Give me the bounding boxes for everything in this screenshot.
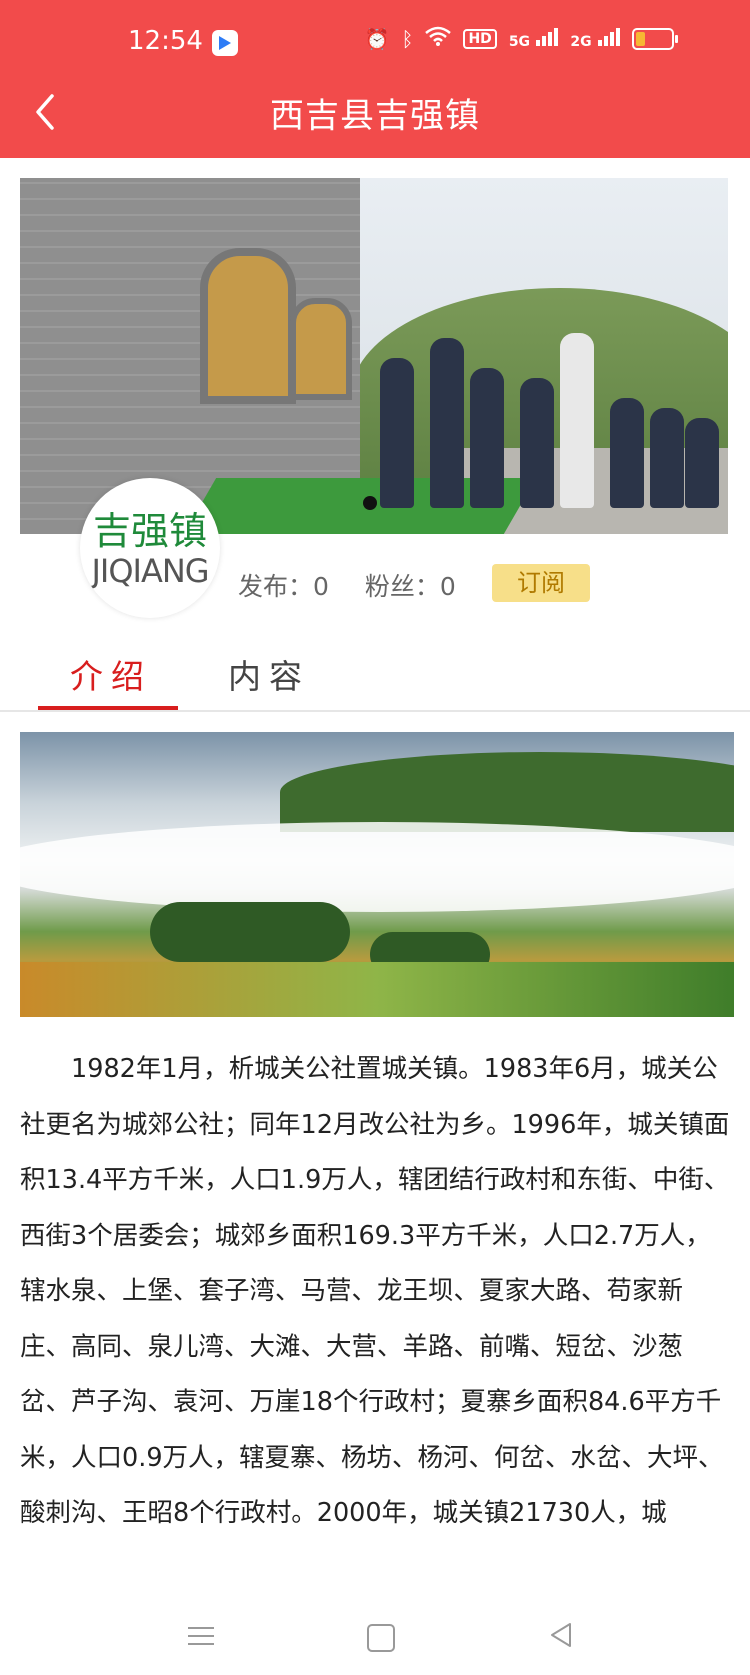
banner-arch: [200, 248, 296, 404]
status-time: 12:54: [128, 26, 203, 56]
app-header: 12:54 ⏰ ᛒ HD 5G 2G 西吉县吉强镇: [0, 0, 750, 158]
battery-level: [636, 31, 645, 46]
article-paragraph: 1982年1月，析城关公社置城关镇。1983年6月，城关公社更名为城郊公社；同年…: [20, 1054, 730, 1528]
status-bar: 12:54 ⏰ ᛒ HD 5G 2G: [0, 0, 750, 90]
tab-active-indicator: [38, 706, 178, 710]
town-logo: 吉强镇 JIQIANG: [80, 478, 220, 618]
posts-count: 发布：0: [238, 572, 329, 601]
tab-content[interactable]: 内容: [228, 650, 310, 698]
signal-2g-icon: 2G: [570, 26, 620, 51]
banner-arch-small: [290, 298, 352, 400]
status-icons: ⏰ ᛒ HD 5G 2G: [364, 26, 678, 51]
tab-bar: 介绍 内容: [0, 640, 750, 712]
bluetooth-icon: ᛒ: [401, 26, 414, 51]
landscape-trees: [150, 902, 350, 962]
article-body: 1982年1月，析城关公社置城关镇。1983年6月，城关公社更名为城郊公社；同年…: [20, 1042, 730, 1542]
signal-5g-icon: 5G: [509, 26, 559, 51]
alarm-icon: ⏰: [364, 26, 390, 51]
landscape-image: [20, 732, 734, 1017]
logo-text-cn: 吉强镇: [92, 509, 207, 553]
hd-icon: HD: [463, 28, 497, 49]
subscribe-button[interactable]: 订阅: [492, 564, 590, 602]
profile-stats: 发布：0 粉丝：0: [238, 567, 484, 603]
carousel-indicator-dot[interactable]: [363, 496, 377, 510]
system-nav-bar: [0, 1600, 750, 1675]
youku-app-icon: [212, 30, 238, 56]
battery-icon: [632, 27, 678, 50]
wifi-icon: [425, 26, 452, 51]
landscape-field: [20, 962, 734, 1017]
menu-icon[interactable]: [188, 1622, 218, 1652]
home-icon[interactable]: [367, 1624, 395, 1652]
landscape-mist: [20, 822, 734, 912]
network2-label: 2G: [570, 34, 592, 50]
logo-text-en: JIQIANG: [91, 552, 209, 590]
page-title: 西吉县吉强镇: [270, 96, 480, 136]
back-triangle-icon[interactable]: [546, 1620, 576, 1650]
tab-intro[interactable]: 介绍: [70, 650, 152, 698]
banner-people: [360, 318, 720, 508]
network-label: 5G: [508, 34, 531, 50]
fans-count: 粉丝：0: [364, 572, 456, 601]
banner-carousel[interactable]: [20, 178, 728, 534]
landscape-ridge: [280, 752, 734, 832]
